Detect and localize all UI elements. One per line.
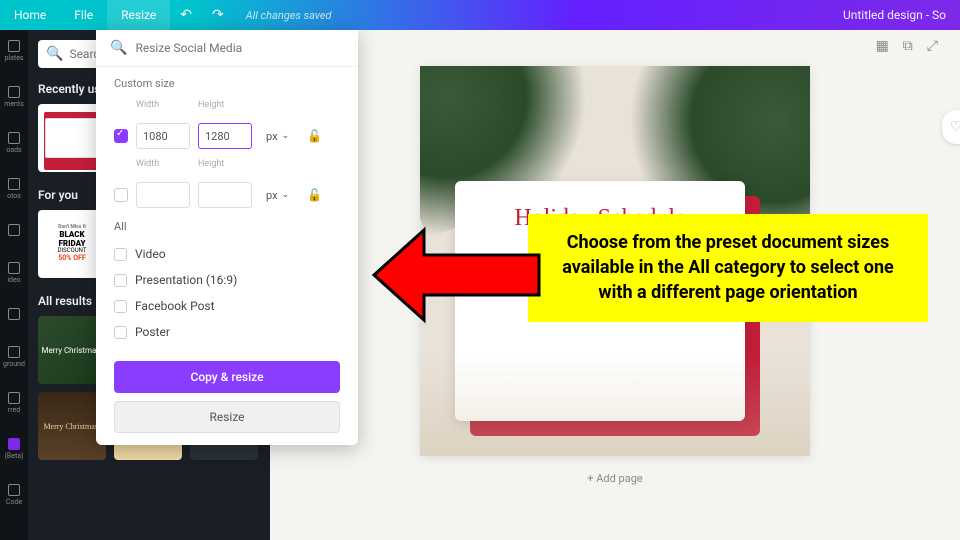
annotation-callout: Choose from the preset document sizes av…	[528, 214, 928, 322]
rail-background[interactable]: ground	[0, 346, 28, 368]
preset-presentation[interactable]: Presentation (16:9)	[114, 267, 340, 293]
preset-video[interactable]: Video	[114, 241, 340, 267]
rail-beta[interactable]: (Beta)	[0, 438, 28, 460]
height-label: Height	[198, 100, 252, 110]
resize-search-input[interactable]	[135, 41, 344, 55]
annotation-arrow	[364, 215, 544, 335]
width-label: Width	[136, 100, 190, 110]
rail-uploads[interactable]: oads	[0, 132, 28, 154]
expand-icon[interactable]: ⤢	[927, 38, 938, 54]
document-title[interactable]: Untitled design - So	[843, 8, 960, 22]
width-label: Width	[136, 159, 190, 169]
grid-view-icon[interactable]: ▦	[876, 38, 889, 54]
lock-icon: 🔓	[303, 188, 326, 202]
custom-size-label: Custom size	[114, 77, 340, 90]
lock-icon[interactable]: 🔓	[303, 129, 326, 143]
preset-facebook-post[interactable]: Facebook Post	[114, 293, 340, 319]
rail-videos[interactable]	[0, 308, 28, 322]
unit-select[interactable]: px⌄	[260, 182, 295, 208]
search-icon: 🔍	[46, 46, 63, 62]
add-page-button[interactable]: + Add page	[587, 472, 642, 485]
like-button[interactable]: ♡	[942, 110, 960, 144]
chevron-down-icon: ⌄	[282, 190, 290, 200]
size-checkbox-1[interactable]	[114, 129, 128, 143]
rail-qrcode[interactable]: Code	[0, 484, 28, 506]
unit-select[interactable]: px⌄	[260, 123, 295, 149]
rail-starred[interactable]: rred	[0, 392, 28, 414]
copy-resize-button[interactable]: Copy & resize	[114, 361, 340, 393]
file-button[interactable]: File	[60, 0, 107, 30]
rail-elements[interactable]: ments	[0, 86, 28, 108]
home-button[interactable]: Home	[0, 0, 60, 30]
width-input-1[interactable]	[136, 123, 190, 149]
height-input-1[interactable]	[198, 123, 252, 149]
search-icon: 🔍	[110, 40, 127, 56]
height-input-2[interactable]	[198, 182, 252, 208]
rail-text[interactable]	[0, 224, 28, 238]
resize-search[interactable]: 🔍	[96, 30, 358, 67]
resize-only-button[interactable]: Resize	[114, 401, 340, 433]
resize-button[interactable]: Resize	[107, 0, 170, 30]
chevron-down-icon: ⌄	[282, 131, 290, 141]
width-input-2[interactable]	[136, 182, 190, 208]
topbar-left: Home File Resize ↶ ↷ All changes saved	[0, 0, 344, 30]
save-status: All changes saved	[234, 9, 344, 22]
rail-photos[interactable]: otos	[0, 178, 28, 200]
size-checkbox-2[interactable]	[114, 188, 128, 202]
top-toolbar: Home File Resize ↶ ↷ All changes saved U…	[0, 0, 960, 30]
rail-templates[interactable]: plates	[0, 40, 28, 62]
left-rail: plates ments oads otos ideo ground rred …	[0, 30, 28, 540]
rail-audio[interactable]: ideo	[0, 262, 28, 284]
resize-dropdown-panel: 🔍 Custom size Width Height px⌄ 🔓 Width H…	[96, 30, 358, 445]
all-category-label: All	[114, 220, 340, 233]
duplicate-icon[interactable]: ⧉	[903, 38, 913, 54]
table-decoration	[420, 356, 810, 456]
undo-icon[interactable]: ↶	[170, 0, 202, 30]
redo-icon[interactable]: ↷	[202, 0, 234, 30]
height-label: Height	[198, 159, 252, 169]
preset-poster[interactable]: Poster	[114, 319, 340, 345]
